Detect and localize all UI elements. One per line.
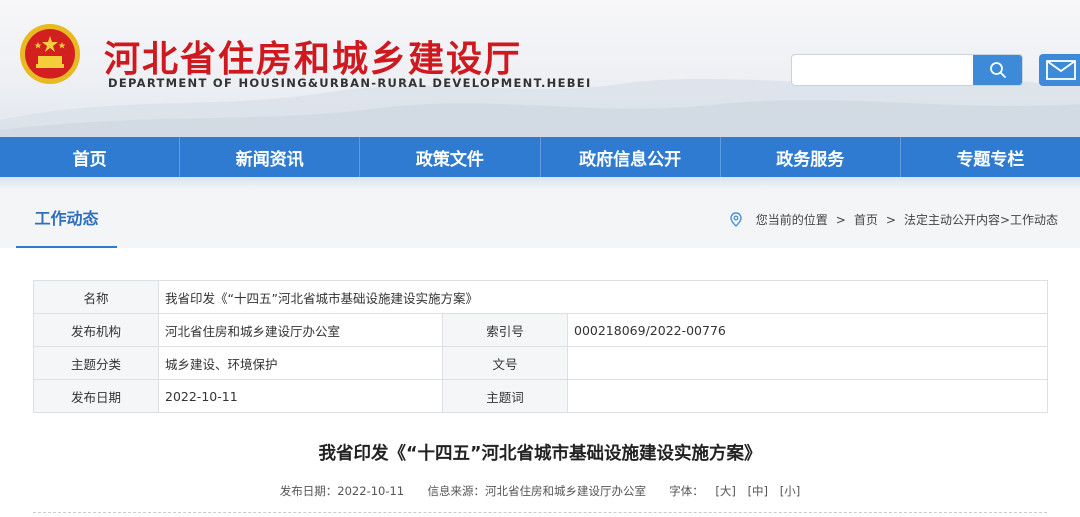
article-meta: 发布日期：2022-10-11 信息来源：河北省住房和城乡建设厅办公室 字体： … — [0, 483, 1080, 499]
breadcrumb-separator: > — [835, 212, 846, 227]
name-label: 名称 — [33, 280, 159, 314]
index-value: 000218069/2022-00776 — [566, 313, 1049, 347]
nav-item-home[interactable]: 首页 — [0, 137, 181, 177]
nav-item-services[interactable]: 政务服务 — [721, 137, 901, 177]
article-title: 我省印发《“十四五”河北省城市基础设施建设实施方案》 — [318, 444, 762, 464]
nav-item-topics[interactable]: 专题专栏 — [901, 137, 1080, 177]
docno-label: 文号 — [442, 346, 568, 380]
nav-item-news[interactable]: 新闻资讯 — [180, 137, 361, 177]
mail-button[interactable] — [1039, 54, 1080, 86]
mail-icon — [1046, 60, 1076, 80]
breadcrumb-prefix: 您当前的位置 — [755, 213, 828, 227]
table-row: 名称 我省印发《“十四五”河北省城市基础设施建设实施方案》 — [33, 280, 1049, 314]
docno-value — [566, 346, 1049, 380]
table-row: 发布机构 河北省住房和城乡建设厅办公室 索引号 000218069/2022-0… — [33, 313, 1049, 347]
divider — [33, 512, 1047, 513]
national-emblem-icon — [20, 24, 80, 84]
breadcrumb-home-link[interactable]: 首页 — [854, 211, 878, 228]
meta-source: 信息来源：河北省住房和城乡建设厅办公室 — [427, 484, 646, 498]
nav-item-gov-info[interactable]: 政府信息公开 — [541, 137, 721, 177]
keywords-label: 主题词 — [442, 379, 568, 413]
publisher-value: 河北省住房和城乡建设厅办公室 — [158, 313, 443, 347]
breadcrumb-bar: 工作动态 您当前的位置 > 首页 > 法定主动公开内容>工作动态 — [0, 191, 1080, 248]
font-small-button[interactable]: [小] — [780, 484, 800, 498]
breadcrumb-path-link[interactable]: 法定主动公开内容>工作动态 — [904, 211, 1058, 228]
table-row: 主题分类 城乡建设、环境保护 文号 — [33, 346, 1049, 380]
location-pin-icon — [730, 212, 742, 227]
nav-item-policy[interactable]: 政策文件 — [360, 137, 541, 177]
document-info-table: 名称 我省印发《“十四五”河北省城市基础设施建设实施方案》 发布机构 河北省住房… — [33, 280, 1049, 413]
index-label: 索引号 — [442, 313, 568, 347]
category-value: 城乡建设、环境保护 — [158, 346, 443, 380]
main-nav: 首页 新闻资讯 政策文件 政府信息公开 政务服务 专题专栏 — [0, 137, 1080, 177]
search-input[interactable] — [792, 55, 974, 85]
category-label: 主题分类 — [33, 346, 159, 380]
font-large-button[interactable]: [大] — [715, 484, 735, 498]
site-title: 河北省住房和城乡建设厅 — [104, 39, 523, 80]
name-value: 我省印发《“十四五”河北省城市基础设施建设实施方案》 — [157, 280, 1049, 314]
breadcrumb: 您当前的位置 > 首页 > 法定主动公开内容>工作动态 — [730, 191, 1058, 248]
section-title: 工作动态 — [16, 191, 117, 248]
search-button[interactable] — [973, 55, 1022, 85]
font-size-label: 字体： — [669, 484, 704, 498]
site-header: 河北省住房和城乡建设厅 DEPARTMENT OF HOUSING&URBAN-… — [0, 0, 1080, 137]
table-row: 发布日期 2022-10-11 主题词 — [33, 379, 1049, 413]
publisher-label: 发布机构 — [33, 313, 159, 347]
breadcrumb-separator: > — [885, 212, 896, 227]
search-box — [791, 54, 1023, 86]
font-medium-button[interactable]: [中] — [748, 484, 768, 498]
meta-date: 发布日期：2022-10-11 — [279, 484, 405, 498]
nav-shadow — [0, 177, 1080, 191]
date-value: 2022-10-11 — [158, 379, 443, 413]
site-subtitle: DEPARTMENT OF HOUSING&URBAN-RURAL DEVELO… — [108, 76, 592, 90]
search-icon — [989, 62, 1006, 78]
keywords-value — [566, 379, 1049, 413]
date-label: 发布日期 — [33, 379, 159, 413]
